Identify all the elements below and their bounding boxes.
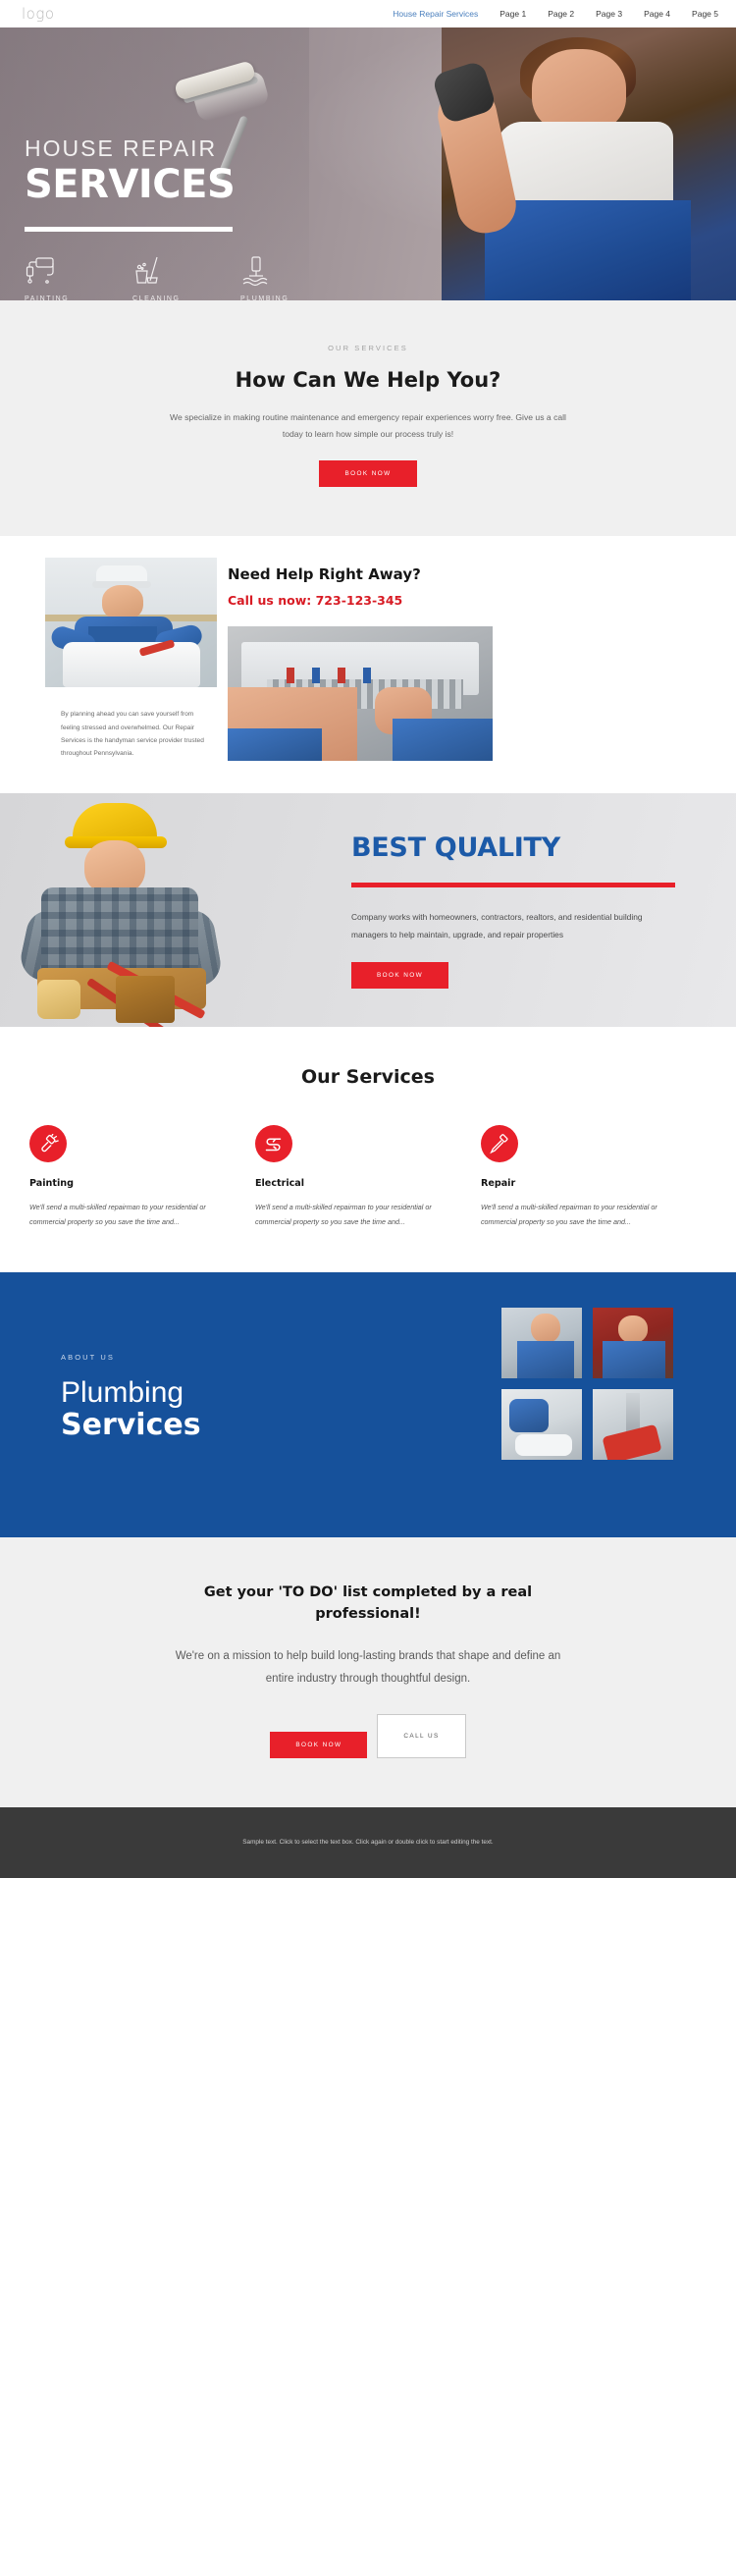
footer-sample-text[interactable]: Sample text. Click to select the text bo… — [206, 1837, 530, 1849]
quality-text: BEST QUALITY Company works with homeowne… — [351, 832, 675, 989]
screwdriver-icon — [480, 1125, 518, 1163]
cta-heading: Get your 'TO DO' list completed by a rea… — [203, 1584, 533, 1622]
about-us-plumbing-section: ABOUT US Plumbing Services — [0, 1272, 736, 1538]
how-can-we-help-section: OUR SERVICES How Can We Help You? We spe… — [0, 300, 736, 537]
site-footer: Sample text. Click to select the text bo… — [0, 1806, 736, 1878]
quality-body: Company works with homeowners, contracto… — [351, 912, 643, 940]
phone-link[interactable]: Call us now: 723-123-345 — [228, 593, 522, 608]
section-eyebrow: OUR SERVICES — [328, 344, 408, 352]
hero-service-label: PAINTING — [25, 295, 70, 300]
hero-service-list: PAINTING CLEANING PLUMBING — [25, 253, 301, 300]
nav-item-page-2[interactable]: Page 2 — [548, 9, 574, 19]
hero-title-line1: HOUSE REPAIR — [25, 135, 218, 161]
cta-call-us-button[interactable]: CALL US — [377, 1713, 466, 1758]
best-quality-section: BEST QUALITY Company works with homeowne… — [0, 793, 736, 1028]
nav-item-page-4[interactable]: Page 4 — [644, 9, 670, 19]
landing-page: logo House Repair Services Page 1 Page 2… — [0, 0, 736, 1878]
mop-bucket-icon — [132, 253, 193, 287]
plumbing-photo-4 — [593, 1389, 673, 1461]
plumbing-photo-3 — [501, 1389, 582, 1461]
service-card-repair[interactable]: Repair We'll send a multi-skilled repair… — [480, 1125, 707, 1229]
book-now-button[interactable]: BOOK NOW — [319, 460, 417, 488]
section-heading: How Can We Help You? — [235, 368, 501, 392]
service-card-list: Painting We'll send a multi-skilled repa… — [0, 1125, 736, 1229]
section-body: We specialize in making routine maintena… — [170, 412, 566, 440]
service-card-painting[interactable]: Painting We'll send a multi-skilled repa… — [29, 1125, 255, 1229]
final-cta-section: Get your 'TO DO' list completed by a rea… — [0, 1537, 736, 1807]
quality-title: BEST QUALITY — [351, 832, 560, 864]
service-card-title: Electrical — [254, 1178, 305, 1190]
nav-item-page-1[interactable]: Page 1 — [499, 9, 526, 19]
logo[interactable]: logo — [22, 5, 55, 23]
nav-item-page-5[interactable]: Page 5 — [692, 9, 718, 19]
need-help-section: Need Help Right Away? Call us now: 723-1… — [0, 536, 736, 794]
site-header: logo House Repair Services Page 1 Page 2… — [0, 0, 736, 27]
need-help-text: Need Help Right Away? Call us now: 723-1… — [228, 565, 522, 608]
cta-button-group: BOOK NOW CALL US — [0, 1713, 736, 1758]
plumbing-eyebrow: ABOUT US — [61, 1353, 116, 1363]
quality-book-now-button[interactable]: BOOK NOW — [351, 961, 449, 989]
paint-brush-icon — [29, 1125, 67, 1163]
service-card-body: We'll send a multi-skilled repairman to … — [254, 1203, 432, 1226]
service-card-title: Repair — [480, 1178, 516, 1190]
hero-title-line2: SERVICES — [25, 162, 236, 207]
plumbing-photo-2 — [593, 1308, 673, 1379]
hero-service-cleaning[interactable]: CLEANING — [132, 253, 193, 300]
service-card-title: Painting — [29, 1178, 74, 1190]
plumbing-title-line2: Services — [61, 1407, 201, 1442]
our-services-heading: Our Services — [301, 1066, 435, 1089]
faucet-water-icon — [240, 253, 301, 287]
hero-divider — [25, 227, 233, 232]
cta-book-now-button[interactable]: BOOK NOW — [270, 1731, 368, 1758]
hero-service-label: CLEANING — [132, 295, 181, 300]
paint-roller-icon — [25, 253, 85, 287]
main-navigation: House Repair Services Page 1 Page 2 Page… — [393, 9, 718, 19]
handyman-photo — [17, 793, 228, 1028]
our-services-section: Our Services Painting We'll send a multi… — [0, 1027, 736, 1273]
plumbing-title-line1: Plumbing — [61, 1376, 184, 1410]
hero-service-painting[interactable]: PAINTING — [25, 253, 85, 300]
hero-section: HOUSE REPAIR SERVICES PAINTING CLEANING … — [0, 27, 736, 300]
hero-service-plumbing[interactable]: PLUMBING — [240, 253, 301, 300]
hero-content: HOUSE REPAIR SERVICES PAINTING CLEANING … — [25, 137, 301, 300]
nav-item-house-repair-services[interactable]: House Repair Services — [393, 9, 478, 19]
service-card-body: We'll send a multi-skilled repairman to … — [480, 1203, 657, 1226]
service-card-body: We'll send a multi-skilled repairman to … — [29, 1203, 206, 1226]
nav-item-page-3[interactable]: Page 3 — [596, 9, 622, 19]
hero-painter-photo — [431, 27, 736, 300]
pipe-manifold-photo — [228, 626, 493, 762]
need-help-paragraph: By planning ahead you can save yourself … — [61, 711, 204, 757]
service-card-electrical[interactable]: Electrical We'll send a multi-skilled re… — [254, 1125, 481, 1229]
electric-cable-icon — [254, 1125, 292, 1163]
plumbing-text: ABOUT US Plumbing Services — [61, 1353, 201, 1441]
plumbing-photo-grid — [501, 1308, 673, 1461]
plumbing-photo-1 — [501, 1308, 582, 1379]
quality-divider — [351, 883, 675, 888]
plumber-under-sink-photo — [45, 558, 217, 688]
need-help-heading: Need Help Right Away? — [228, 565, 421, 584]
hero-service-label: PLUMBING — [240, 295, 289, 300]
cta-body: We're on a mission to help build long-la… — [175, 1649, 561, 1685]
